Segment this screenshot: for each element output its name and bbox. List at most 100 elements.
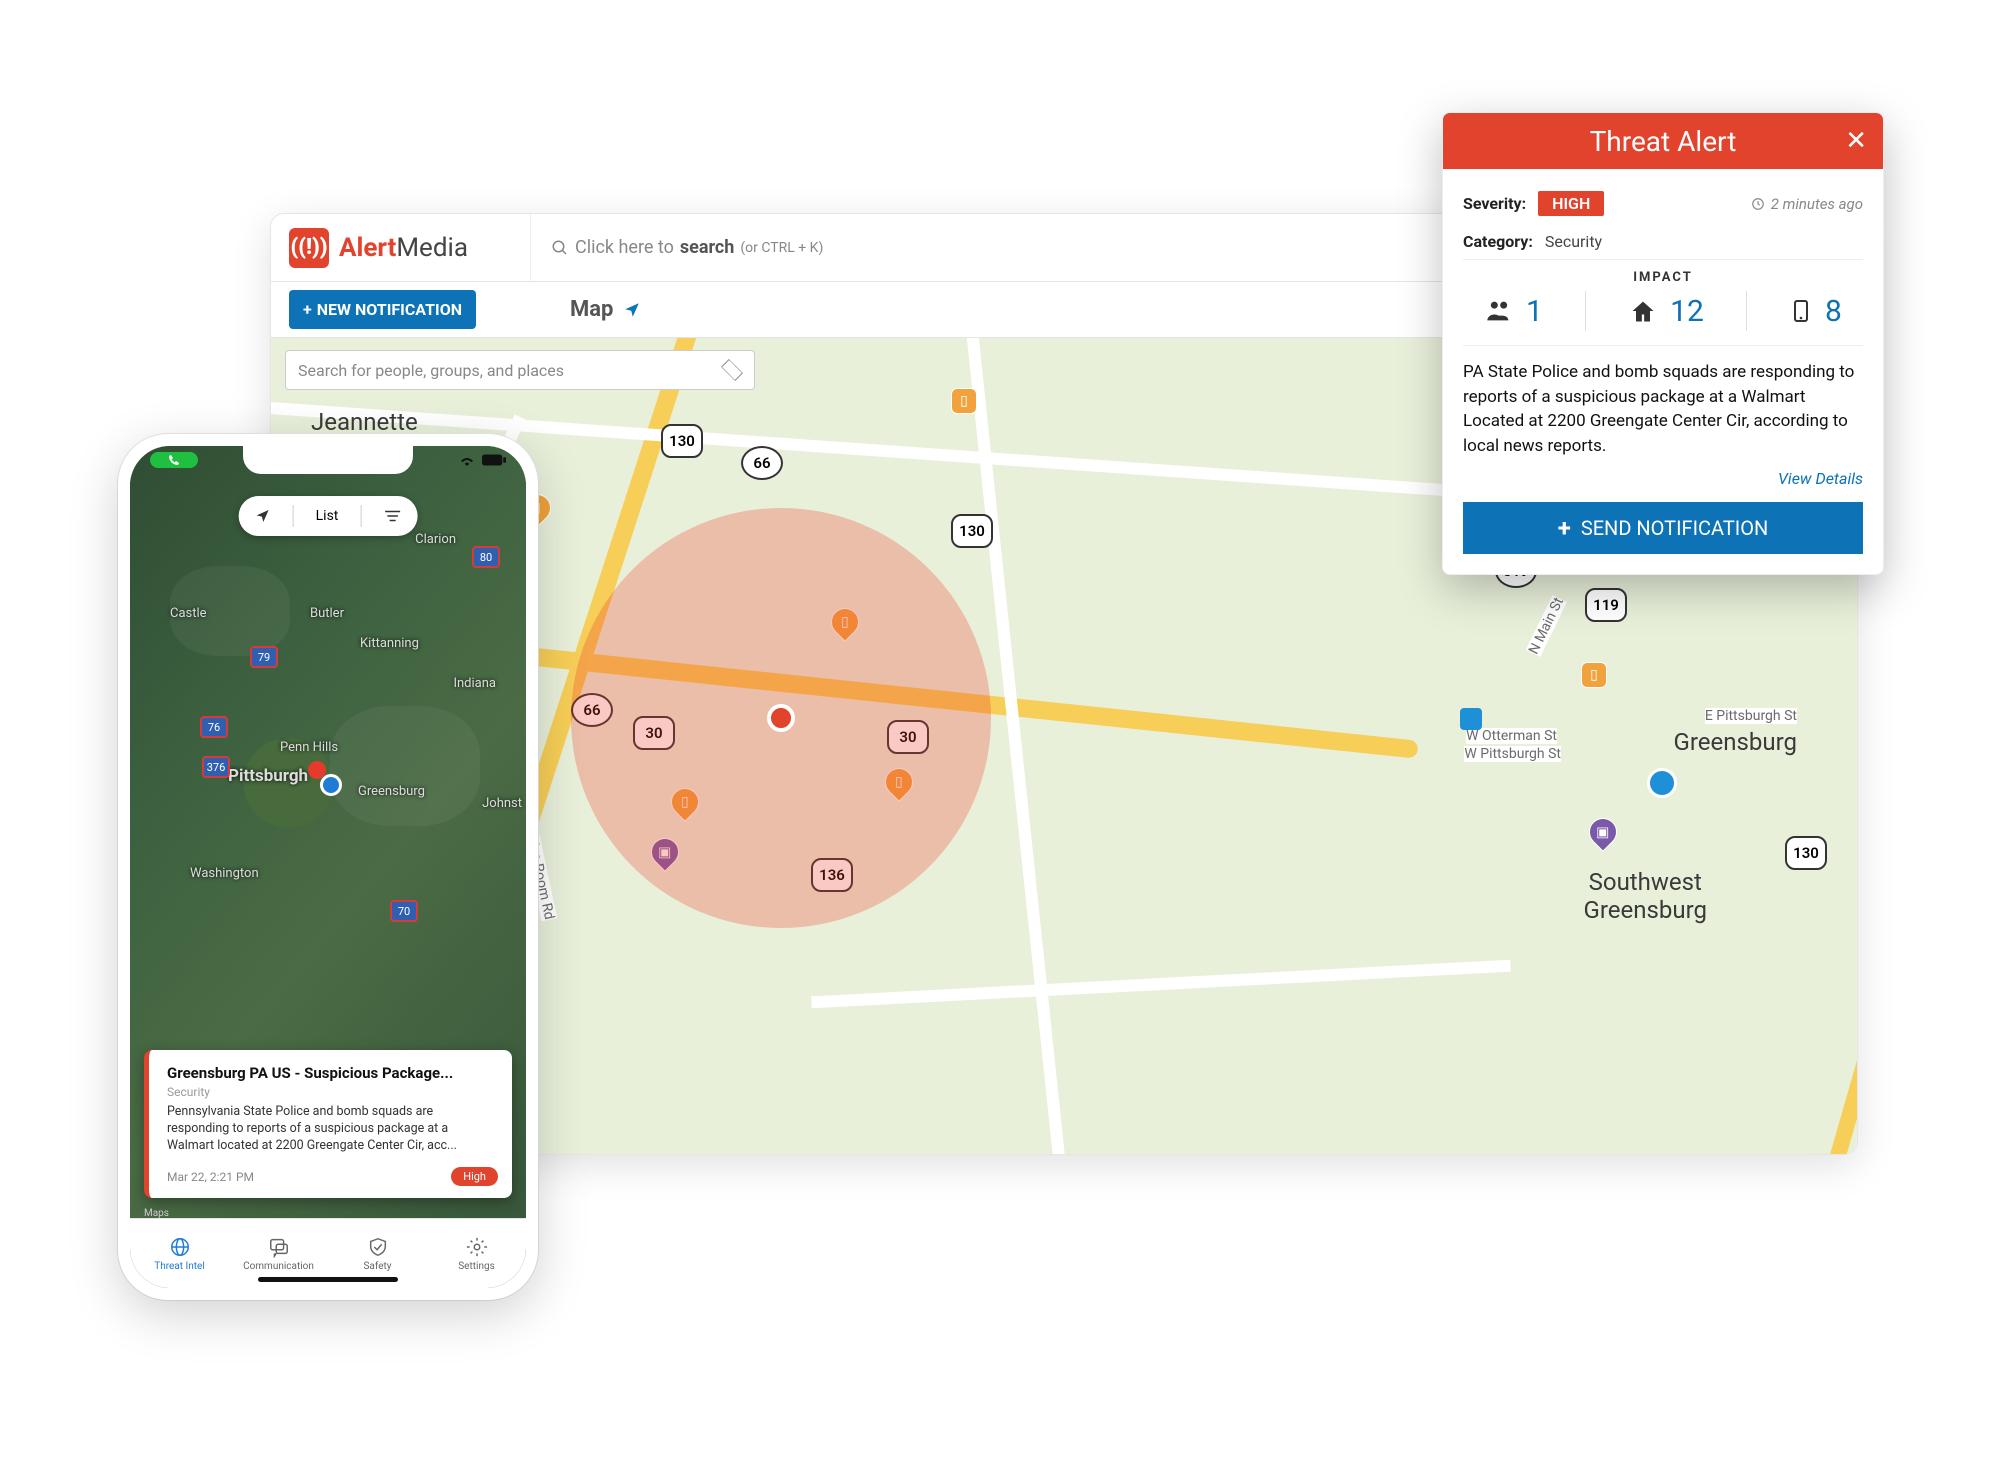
gear-icon (466, 1236, 488, 1258)
plus-icon: + (303, 300, 312, 319)
device-pin[interactable]: ▯ (1581, 662, 1607, 688)
pm-greensburg: Greensburg (358, 784, 425, 799)
severity-label: Severity: (1463, 194, 1526, 213)
shield-119: 119 (1585, 588, 1627, 622)
category-label: Category: (1463, 232, 1533, 251)
pm-kitt: Kittanning (360, 636, 419, 651)
brand[interactable]: ((!)) AlertMedia (271, 214, 531, 281)
pm-80: 80 (472, 546, 500, 568)
pm-butler: Butler (310, 606, 344, 621)
pm-pennhills: Penn Hills (280, 740, 338, 755)
filter-icon[interactable] (383, 509, 401, 523)
wifi-icon (458, 454, 476, 466)
popover-title: Threat Alert (1590, 125, 1737, 158)
impact-devices-count: 8 (1825, 294, 1842, 329)
label-wpitt: W Pittsburgh St (1464, 746, 1561, 762)
close-icon[interactable]: ✕ (1845, 126, 1867, 156)
severity-row: Severity: HIGH 2 minutes ago (1463, 183, 1863, 224)
label-epitt: E Pittsburgh St (1705, 708, 1797, 724)
call-indicator[interactable] (150, 452, 198, 468)
send-label: SEND NOTIFICATION (1581, 516, 1768, 540)
pm-wash: Washington (190, 866, 259, 881)
severity-badge: HIGH (1538, 191, 1604, 216)
send-notification-button[interactable]: + SEND NOTIFICATION (1463, 502, 1863, 554)
device-pin[interactable]: ▯ (951, 388, 977, 414)
shield-check-icon (367, 1236, 389, 1258)
phone-icon (168, 454, 180, 466)
shield-130a: 130 (661, 424, 703, 458)
shield-66a: 66 (741, 446, 783, 480)
threat-card-timestamp: Mar 22, 2:21 PM (167, 1170, 254, 1184)
transit-pin[interactable] (1460, 708, 1482, 730)
person-pin[interactable] (1647, 768, 1677, 798)
threat-card-category: Security (167, 1085, 498, 1099)
impact-devices: 8 (1789, 294, 1842, 329)
pm-70: 70 (390, 900, 418, 922)
location-arrow-icon (623, 301, 641, 319)
divider (1585, 291, 1586, 331)
building-pin[interactable]: ▣ (1583, 812, 1623, 852)
search-placeholder-post: (or CTRL + K) (740, 240, 823, 256)
battery-icon (482, 454, 506, 466)
status-icons (458, 452, 506, 468)
phone-notch (243, 446, 413, 474)
pm-clarion: Clarion (415, 532, 456, 547)
category-row: Category: Security (1463, 224, 1863, 259)
new-notification-button[interactable]: + NEW NOTIFICATION (289, 290, 476, 329)
divider (360, 505, 361, 527)
impact-people-count: 1 (1526, 294, 1543, 329)
threat-card[interactable]: Greensburg PA US - Suspicious Package...… (144, 1050, 512, 1198)
map-search-input[interactable]: Search for people, groups, and places (285, 350, 755, 390)
alertmedia-logo-icon: ((!)) (289, 228, 329, 268)
divider (293, 505, 294, 527)
pm-castle: Castle (170, 606, 207, 621)
search-icon (551, 239, 569, 257)
label-wott: W Otterman St (1466, 728, 1557, 744)
threat-card-footer: Mar 22, 2:21 PM High (167, 1167, 498, 1186)
tab-threat-intel[interactable]: Threat Intel (130, 1219, 229, 1288)
impact-label: IMPACT (1463, 270, 1863, 285)
timestamp-text: 2 minutes ago (1771, 195, 1863, 213)
threat-card-body: Pennsylvania State Police and bomb squad… (167, 1104, 498, 1155)
label-jeannette: Jeannette (311, 408, 418, 436)
impact-buildings-count: 12 (1670, 294, 1704, 329)
brand-media: Media (396, 233, 468, 263)
label-greensburg: Greensburg (1674, 728, 1797, 756)
search-placeholder-bold: search (680, 237, 734, 258)
threat-center-marker[interactable] (767, 704, 795, 732)
tab-settings[interactable]: Settings (427, 1219, 526, 1288)
impact-people: 1 (1484, 294, 1543, 329)
road-119 (1777, 473, 1857, 1154)
tab-label: Threat Intel (154, 1261, 205, 1272)
tab-label: Safety (363, 1261, 391, 1272)
seg-list[interactable]: List (316, 508, 339, 524)
people-icon (1484, 297, 1514, 325)
globe-icon (169, 1236, 191, 1258)
building-icon (1628, 297, 1658, 325)
shield-130c: 130 (1785, 836, 1827, 870)
brand-text: AlertMedia (339, 233, 468, 263)
clock-icon (1751, 197, 1765, 211)
timestamp: 2 minutes ago (1751, 195, 1863, 213)
label-nmain: N Main St (1526, 595, 1567, 657)
tab-label: Communication (243, 1261, 314, 1272)
pm-indiana: Indiana (453, 676, 496, 691)
popover-header: Threat Alert ✕ (1443, 113, 1883, 169)
threat-card-title: Greensburg PA US - Suspicious Package... (167, 1064, 498, 1082)
new-notification-label: NEW NOTIFICATION (317, 300, 462, 319)
impact-buildings: 12 (1628, 294, 1704, 329)
threat-description: PA State Police and bomb squads are resp… (1463, 360, 1863, 459)
layers-icon[interactable] (721, 359, 743, 381)
label-sw-greensburg: Southwest Greensburg (1584, 868, 1707, 924)
view-details-link[interactable]: View Details (1463, 469, 1863, 488)
map-view-segmented-control[interactable]: List (239, 496, 418, 536)
divider (1746, 291, 1747, 331)
chat-icon (268, 1236, 290, 1258)
category-value: Security (1545, 232, 1602, 251)
search-placeholder-pre: Click here to (575, 237, 674, 258)
location-arrow-icon[interactable] (255, 508, 271, 524)
device-icon (1789, 297, 1813, 325)
shield-130b: 130 (951, 514, 993, 548)
phone-mockup: Pittsburgh Penn Hills Butler Washington … (118, 434, 538, 1300)
home-indicator[interactable] (258, 1277, 398, 1282)
